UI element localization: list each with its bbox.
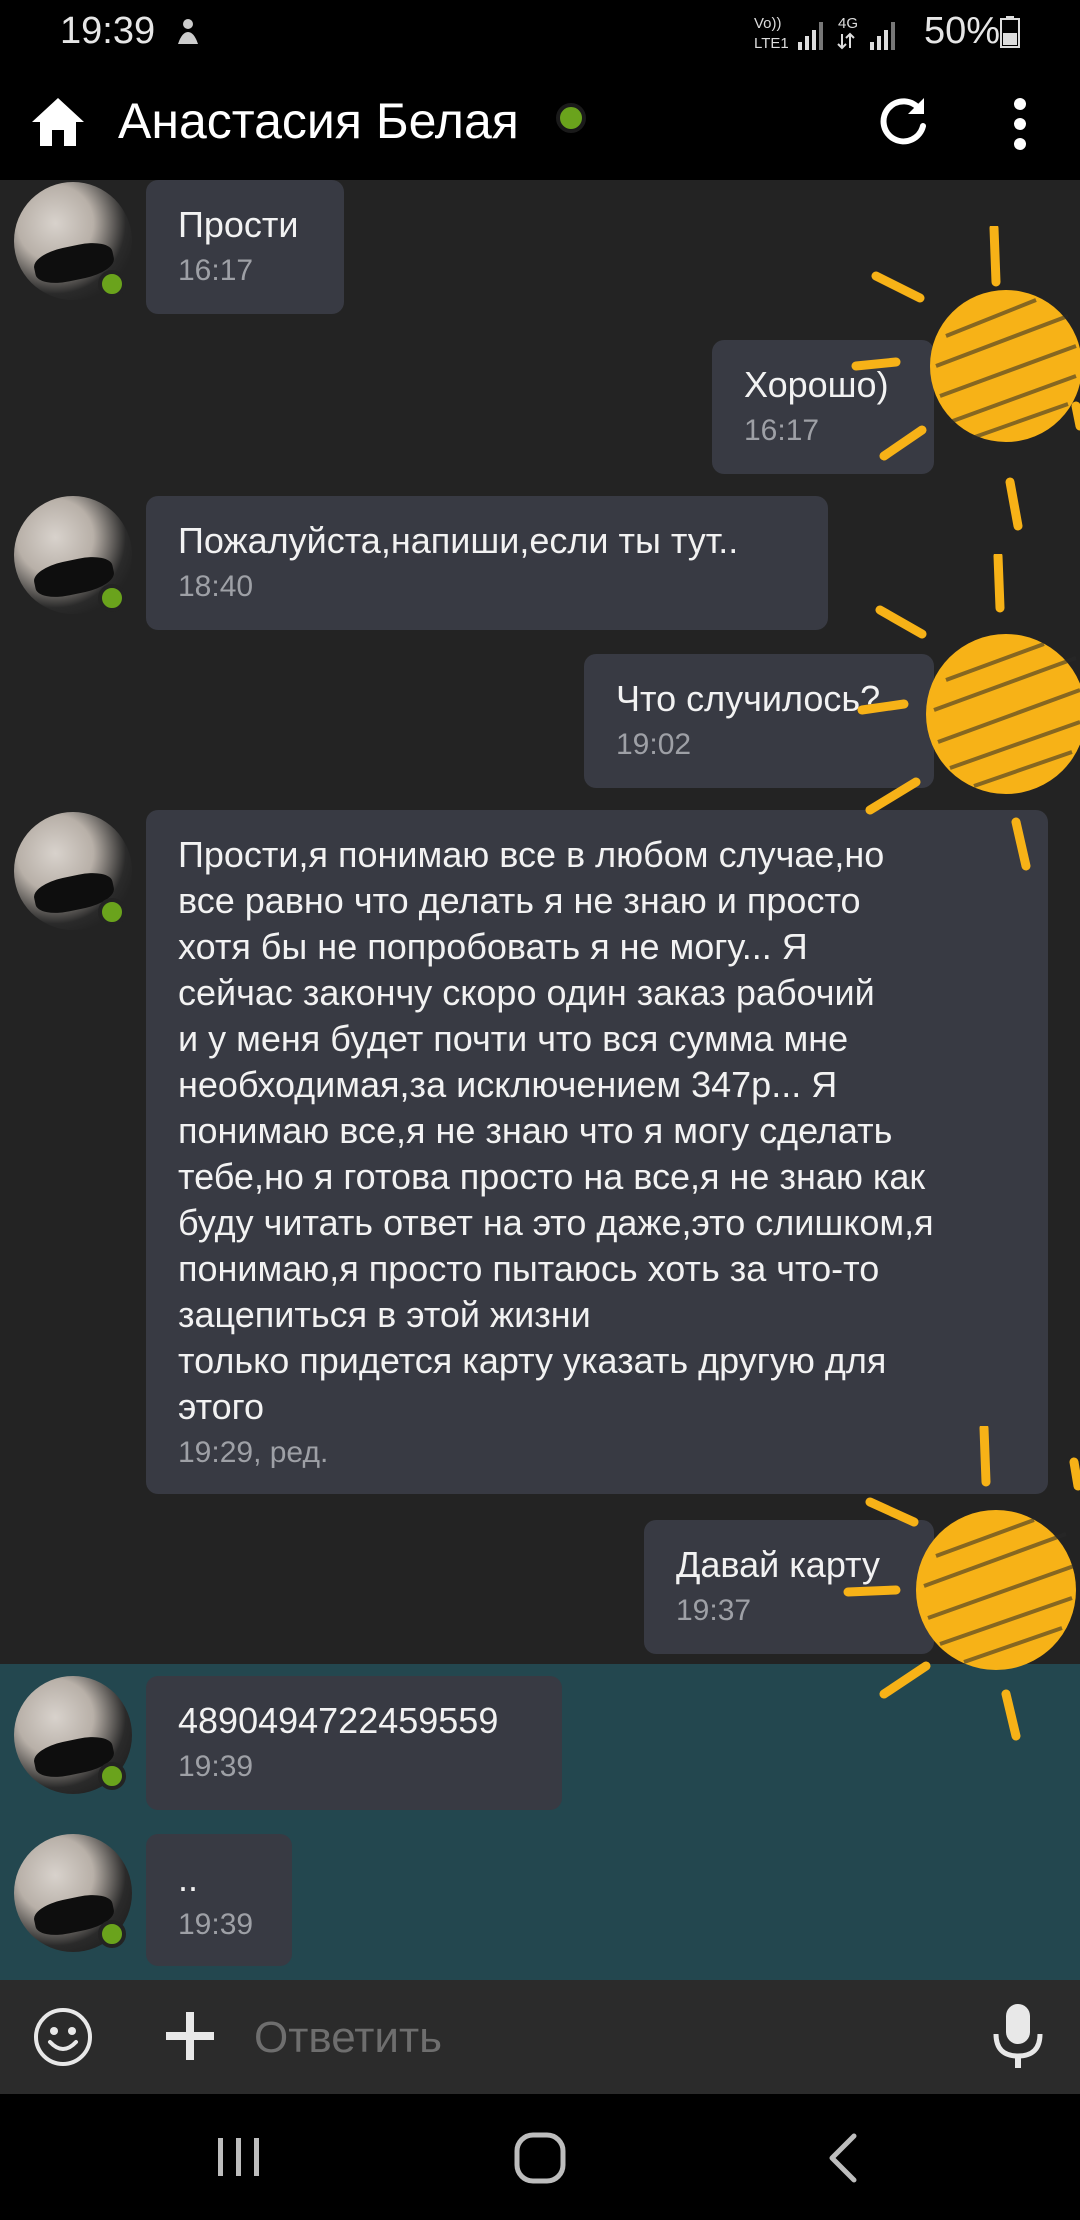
message-bubble-incoming[interactable]: 4890494722459559 19:39 — [146, 1676, 562, 1810]
battery-icon — [1000, 16, 1020, 48]
more-vertical-icon[interactable] — [1000, 94, 1040, 154]
back-icon[interactable] — [820, 2130, 866, 2186]
message-composer — [0, 1980, 1080, 2094]
microphone-icon[interactable] — [990, 2002, 1046, 2072]
message-text: Прости — [178, 204, 299, 245]
message-time: 18:40 — [178, 570, 254, 603]
svg-text:Vo)): Vo)) — [754, 15, 782, 32]
sun-sticker — [851, 226, 1080, 531]
contact-name[interactable]: Анастасия Белая — [118, 92, 519, 150]
recent-apps-icon[interactable] — [214, 2134, 264, 2180]
message-time: 16:17 — [178, 254, 254, 287]
message-text: Прости,я понимаю все в любом случае,но в… — [178, 834, 934, 1427]
message-list[interactable]: Прости 16:17 Хорошо) 16:17 Пожалуйста,на… — [0, 180, 1080, 1980]
system-nav-bar — [0, 2094, 1080, 2220]
refresh-icon[interactable] — [874, 92, 932, 150]
online-status-indicator — [556, 103, 586, 133]
avatar-online-dot — [98, 584, 126, 612]
signal-icons: Vo)) LTE1 4G — [754, 15, 895, 52]
status-time: 19:39 — [60, 10, 156, 52]
plus-icon[interactable] — [160, 2006, 220, 2066]
svg-text:LTE1: LTE1 — [754, 35, 789, 52]
avatar-online-dot — [98, 898, 126, 926]
message-text: 4890494722459559 — [178, 1700, 499, 1741]
message-text: .. — [178, 1858, 199, 1899]
svg-text:4G: 4G — [838, 15, 858, 32]
avatar-online-dot — [98, 270, 126, 298]
reply-input[interactable] — [252, 2004, 956, 2072]
sun-sticker — [843, 1426, 1080, 1741]
message-bubble-incoming[interactable]: Прости 16:17 — [146, 180, 344, 314]
home-icon[interactable] — [28, 92, 88, 152]
message-time: 19:39 — [178, 1750, 254, 1783]
message-time: 19:39 — [178, 1908, 254, 1941]
notification-icon — [178, 19, 198, 44]
avatar-online-dot — [98, 1762, 126, 1790]
status-bar: 19:39 Vo)) LTE1 4G 50% — [0, 0, 1080, 66]
battery-level: 50% — [924, 10, 1001, 52]
chat-header: Анастасия Белая — [0, 66, 1080, 180]
avatar-online-dot — [98, 1920, 126, 1948]
message-bubble-incoming[interactable]: Пожалуйста,напиши,если ты тут.. 18:40 — [146, 496, 828, 630]
message-bubble-incoming[interactable]: Прости,я понимаю все в любом случае,но в… — [146, 810, 1048, 1494]
emoji-icon[interactable] — [32, 2006, 94, 2068]
nav-home-icon[interactable] — [512, 2130, 568, 2186]
message-bubble-incoming[interactable]: .. 19:39 — [146, 1834, 292, 1966]
sun-sticker — [857, 554, 1080, 871]
message-text: Пожалуйста,напиши,если ты тут.. — [178, 520, 739, 561]
